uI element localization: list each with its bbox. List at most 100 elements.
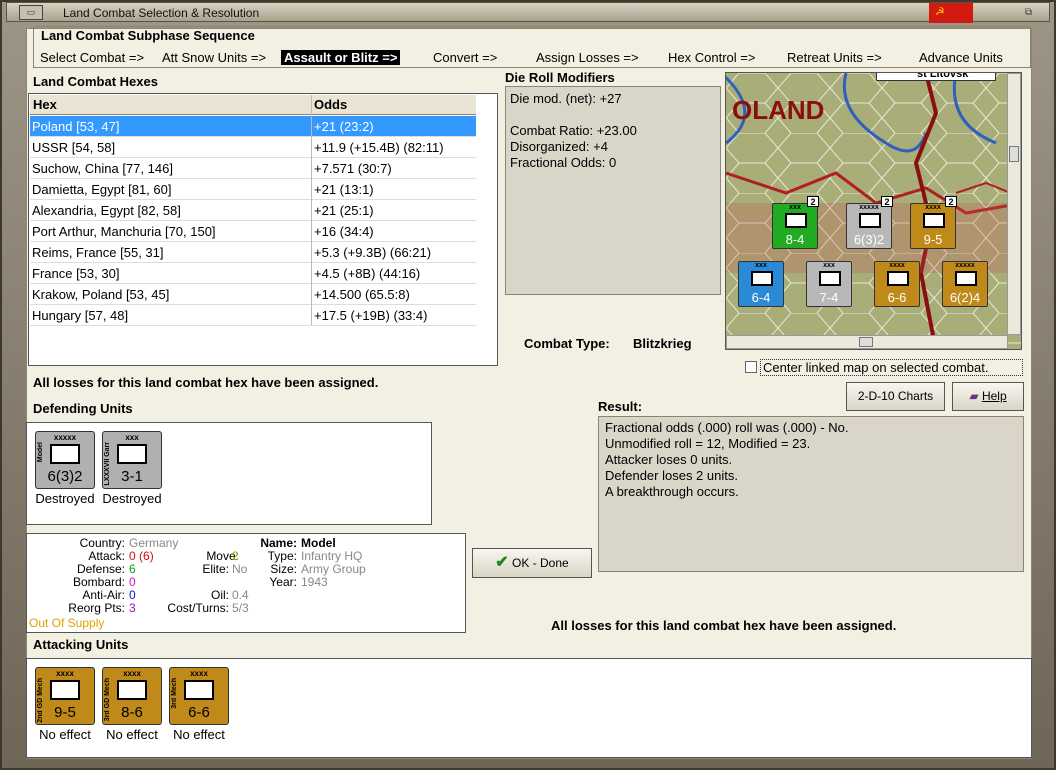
defending-title: Defending Units xyxy=(33,401,133,416)
hex-cell: Reims, France [55, 31] xyxy=(32,245,164,260)
column-hex[interactable]: Hex xyxy=(33,97,57,112)
map-vertical-scrollbar[interactable] xyxy=(1007,73,1021,335)
die-line: Fractional Odds: 0 xyxy=(510,155,617,170)
unit-size: xxxx xyxy=(190,669,208,678)
step-assault-or-blitz[interactable]: Assault or Blitz => xyxy=(281,50,401,65)
map-hscroll-thumb[interactable] xyxy=(859,337,873,347)
result-box: Fractional odds (.000) roll was (.000) -… xyxy=(598,416,1024,572)
center-map-checkbox[interactable] xyxy=(745,361,757,373)
hex-row[interactable]: Hungary [57, 48] +17.5 (+19B) (33:4) xyxy=(30,305,476,326)
hex-row[interactable]: Port Arthur, Manchuria [70, 150] +16 (34:… xyxy=(30,221,476,242)
attack-paren: (6) xyxy=(139,549,154,563)
reorg-label: Reorg Pts: xyxy=(68,601,125,615)
column-odds[interactable]: Odds xyxy=(314,97,347,112)
hexes-title: Land Combat Hexes xyxy=(33,74,158,89)
unit-symbol-icon xyxy=(184,680,214,700)
odds-cell: +5.3 (+9.3B) (66:21) xyxy=(314,245,432,260)
attacking-units-box: xxxx 2nd GD Mech 9-5 No effect xxxx 3rd GD Me… xyxy=(26,658,1032,758)
die-line: Die mod. (net): +27 xyxy=(510,91,622,106)
unit-symbol-icon xyxy=(785,213,807,228)
unit-size: xxxxx xyxy=(53,433,77,442)
unit-size: xxxx xyxy=(56,669,74,678)
subphase-sequence: Land Combat Subphase Sequence Select Com… xyxy=(33,26,1031,68)
step-advance-units[interactable]: Advance Units xyxy=(919,50,1003,65)
hexes-table: Hex Odds Poland [53, 47] +21 (23:2) USSR [… xyxy=(28,93,498,366)
attacking-unit-counter[interactable]: xxxx 2nd GD Mech 9-5 xyxy=(35,667,95,725)
step-select-combat[interactable]: Select Combat => xyxy=(40,50,144,65)
hex-cell: Alexandria, Egypt [82, 58] xyxy=(32,203,181,218)
die-line: Combat Ratio: +23.00 xyxy=(510,123,637,138)
oil-value: 0.4 xyxy=(232,588,249,602)
map-unit-counter[interactable]: xxxxx 6(2)4 xyxy=(942,261,988,307)
losses-message-bottom: All losses for this land combat hex have… xyxy=(551,618,897,633)
unit-size: xxxx xyxy=(123,669,141,678)
die-roll-title: Die Roll Modifiers xyxy=(505,70,615,85)
step-hex-control[interactable]: Hex Control => xyxy=(668,50,755,65)
attacking-unit-counter[interactable]: xxxx 3rd GD Mech 8-6 xyxy=(102,667,162,725)
hex-map[interactable]: OLAND st Litovsk xxx 8-4 2 xxxxx 6(3)2 2 xxxx 9… xyxy=(725,72,1022,350)
step-retreat-units[interactable]: Retreat Units => xyxy=(787,50,882,65)
unit-symbol-icon xyxy=(50,444,80,464)
ok-done-button[interactable]: ✔ OK - Done xyxy=(472,548,592,578)
defending-units-box: xxxxx Model 6(3)2 Destroyed xxx LXXXVII Garr 3… xyxy=(26,422,432,525)
unit-status: No effect xyxy=(39,727,91,742)
map-unit-counter[interactable]: xxx 6-4 xyxy=(738,261,784,307)
hex-row[interactable]: Poland [53, 47] +21 (23:2) xyxy=(30,116,476,137)
hex-row[interactable]: Krakow, Poland [53, 45] +14.500 (65.5:8) xyxy=(30,284,476,305)
cost-value: 5/3 xyxy=(232,601,249,615)
hex-row[interactable]: Alexandria, Egypt [82, 58] +21 (25:1) xyxy=(30,200,476,221)
combat-type-value: Blitzkrieg xyxy=(633,336,692,351)
unit-strength: 8-6 xyxy=(121,704,143,721)
map-unit-counter[interactable]: xxx 7-4 xyxy=(806,261,852,307)
unit-symbol-icon xyxy=(117,444,147,464)
unit-symbol-icon xyxy=(955,271,977,286)
result-line: Unmodified roll = 12, Modified = 23. xyxy=(605,436,811,451)
hex-row[interactable]: USSR [54, 58] +11.9 (+15.4B) (82:11) xyxy=(30,137,476,158)
map-unit-counter[interactable]: xxx 8-4 2 xyxy=(772,196,819,249)
odds-cell: +21 (25:1) xyxy=(314,203,374,218)
hex-row[interactable]: Reims, France [55, 31] +5.3 (+9.3B) (66:2… xyxy=(30,242,476,263)
help-button[interactable]: ▰ Help xyxy=(952,382,1024,411)
map-unit-size: xxx xyxy=(823,262,835,269)
map-horizontal-scrollbar[interactable] xyxy=(726,335,1008,349)
hex-cell: France [53, 30] xyxy=(32,266,120,281)
ok-done-label: OK - Done xyxy=(512,556,569,570)
unit-size: xxx xyxy=(125,433,139,442)
hex-cell: Suchow, China [77, 146] xyxy=(32,161,173,176)
unit-symbol-icon xyxy=(751,271,773,286)
unit-symbol-icon xyxy=(859,213,881,228)
die-line: Disorganized: +4 xyxy=(510,139,608,154)
map-unit-counter[interactable]: xxxx 9-5 2 xyxy=(910,196,957,249)
hex-row[interactable]: Suchow, China [77, 146] +7.571 (30:7) xyxy=(30,158,476,179)
hex-cell: Port Arthur, Manchuria [70, 150] xyxy=(32,224,216,239)
cost-label: Cost/Turns: xyxy=(167,601,229,615)
map-vscroll-thumb[interactable] xyxy=(1009,146,1019,162)
hex-cell: Krakow, Poland [53, 45] xyxy=(32,287,170,302)
antiair-label: Anti-Air: xyxy=(82,588,125,602)
defending-unit-counter[interactable]: xxx LXXXVII Garr 3-1 xyxy=(102,431,162,489)
odds-cell: +21 (23:2) xyxy=(314,119,374,134)
step-assign-losses[interactable]: Assign Losses => xyxy=(536,50,639,65)
unit-symbol-icon xyxy=(50,680,80,700)
attacking-unit-counter[interactable]: xxxx 3rd Mech 6-6 xyxy=(169,667,229,725)
charts-button[interactable]: 2-D-10 Charts xyxy=(846,382,945,411)
result-line: Attacker loses 0 units. xyxy=(605,452,733,467)
unit-symbol-icon xyxy=(887,271,909,286)
unit-status: Destroyed xyxy=(102,491,162,506)
subphase-title: Land Combat Subphase Sequence xyxy=(41,28,255,43)
defending-unit-counter[interactable]: xxxxx Model 6(3)2 xyxy=(35,431,95,489)
country-label: Country: xyxy=(79,536,125,550)
system-menu-button[interactable]: ▭ xyxy=(19,5,43,20)
center-map-label[interactable]: Center linked map on selected combat. xyxy=(760,359,1023,376)
hex-row[interactable]: France [53, 30] +4.5 (+8B) (44:16) xyxy=(30,263,476,284)
hex-row[interactable]: Damietta, Egypt [81, 60] +21 (13:1) xyxy=(30,179,476,200)
step-att-snow-units[interactable]: Att Snow Units => xyxy=(162,50,266,65)
map-unit-counter[interactable]: xxxx 6-6 xyxy=(874,261,920,307)
odds-cell: +14.500 (65.5:8) xyxy=(314,287,410,302)
step-convert[interactable]: Convert => xyxy=(433,50,497,65)
defense-value: 6 xyxy=(129,562,136,576)
map-unit-counter[interactable]: xxxxx 6(3)2 2 xyxy=(846,196,893,249)
stack-count-badge: 2 xyxy=(807,196,819,207)
attack-label: Attack: xyxy=(88,549,125,563)
close-button[interactable]: ☭ xyxy=(929,3,973,23)
